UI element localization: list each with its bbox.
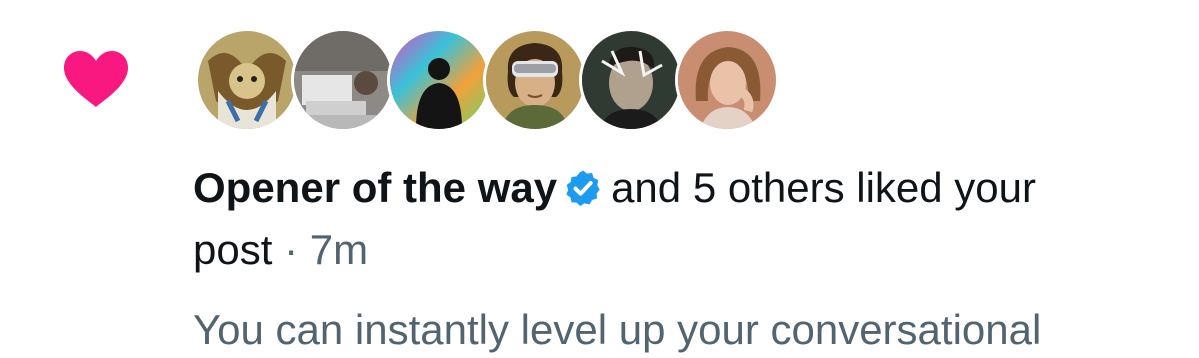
avatar-3-colorful-silhouette[interactable]	[387, 28, 491, 132]
action-text-cont: post	[193, 226, 273, 273]
avatar-2-office[interactable]	[291, 28, 395, 132]
avatar-1-cat-art[interactable]	[195, 28, 299, 132]
avatar-5-glitch-portrait[interactable]	[579, 28, 683, 132]
avatar-6-woman-portrait[interactable]	[675, 28, 779, 132]
post-preview[interactable]: You can instantly level up your conversa…	[193, 302, 1183, 358]
avatar-stack	[195, 28, 779, 132]
separator: ·	[284, 226, 299, 273]
like-notification[interactable]: Opener of the way and 5 others liked you…	[0, 0, 1199, 353]
action-text: and 5 others liked your	[611, 164, 1036, 211]
actor-name-link[interactable]: Opener of the way	[193, 164, 557, 211]
heart-icon	[64, 51, 128, 107]
notification-text: Opener of the way and 5 others liked you…	[193, 160, 1183, 216]
notification-text-line2: post · 7m	[193, 222, 1183, 278]
verified-badge-icon	[566, 170, 600, 206]
avatar-4-vr-headset[interactable]	[483, 28, 587, 132]
timestamp: 7m	[309, 226, 369, 273]
